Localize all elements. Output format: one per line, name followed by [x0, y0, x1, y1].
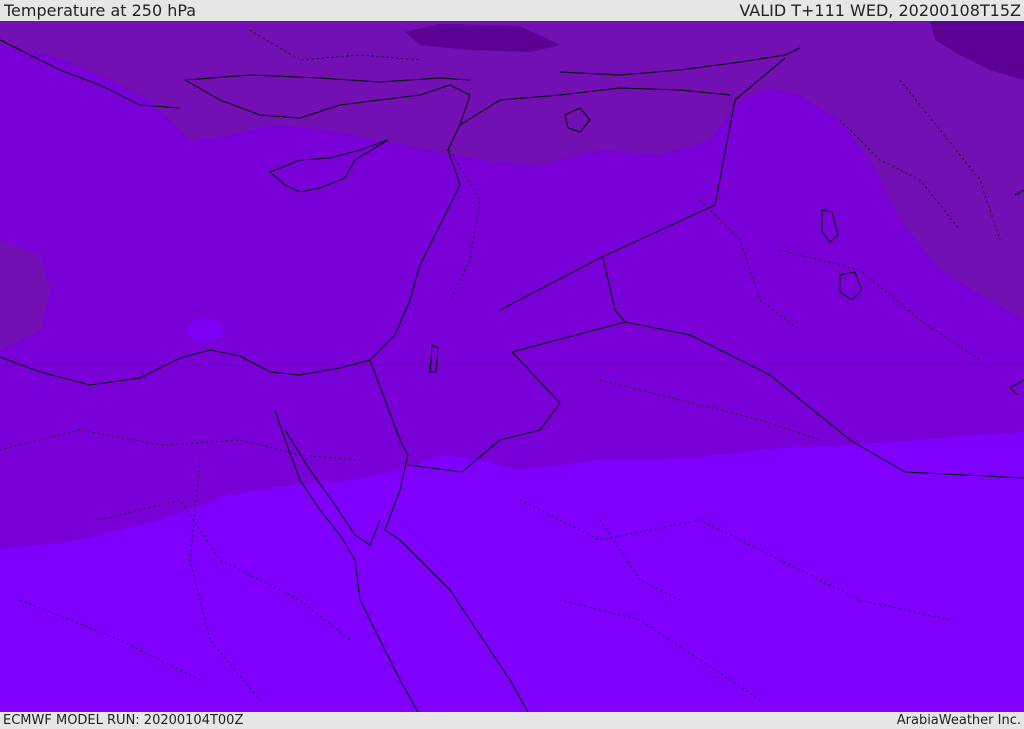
temperature-map	[0, 21, 1024, 712]
footer-bar: ECMWF MODEL RUN: 20200104T00Z ArabiaWeat…	[0, 712, 1024, 729]
temperature-blob-warm	[187, 318, 223, 342]
valid-time: VALID T+111 WED, 20200108T15Z	[739, 1, 1021, 20]
header-bar: Temperature at 250 hPa VALID T+111 WED, …	[0, 0, 1024, 21]
credit-label: ArabiaWeather Inc.	[896, 713, 1021, 728]
model-run: ECMWF MODEL RUN: 20200104T00Z	[3, 713, 244, 728]
map-figure: Temperature at 250 hPa VALID T+111 WED, …	[0, 0, 1024, 729]
map-title: Temperature at 250 hPa	[4, 1, 197, 20]
map-area	[0, 21, 1024, 712]
